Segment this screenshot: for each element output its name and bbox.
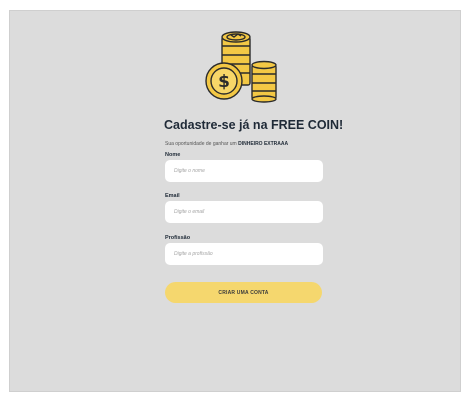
- page-title: Cadastre-se já na FREE COIN!: [164, 118, 344, 132]
- profession-input[interactable]: [165, 243, 323, 265]
- profession-label: Profissão: [165, 235, 191, 241]
- create-account-button[interactable]: CRIAR UMA CONTA: [165, 282, 322, 303]
- name-label: Nome: [165, 152, 181, 158]
- coin-stack-icon: $: [205, 31, 277, 103]
- email-input[interactable]: [165, 201, 323, 223]
- email-label: Email: [165, 193, 180, 199]
- subtitle-highlight: DINHEIRO EXTRAAA: [238, 141, 289, 147]
- subtitle-text: Sua oportunidade de ganhar um: [165, 141, 239, 147]
- dollar-symbol: $: [218, 72, 230, 92]
- name-input[interactable]: [165, 160, 323, 182]
- subtitle: Sua oportunidade de ganhar um DINHEIRO E…: [165, 141, 288, 147]
- signup-card: $ Cadastre-se já na FREE COIN! Sua oport…: [9, 10, 461, 392]
